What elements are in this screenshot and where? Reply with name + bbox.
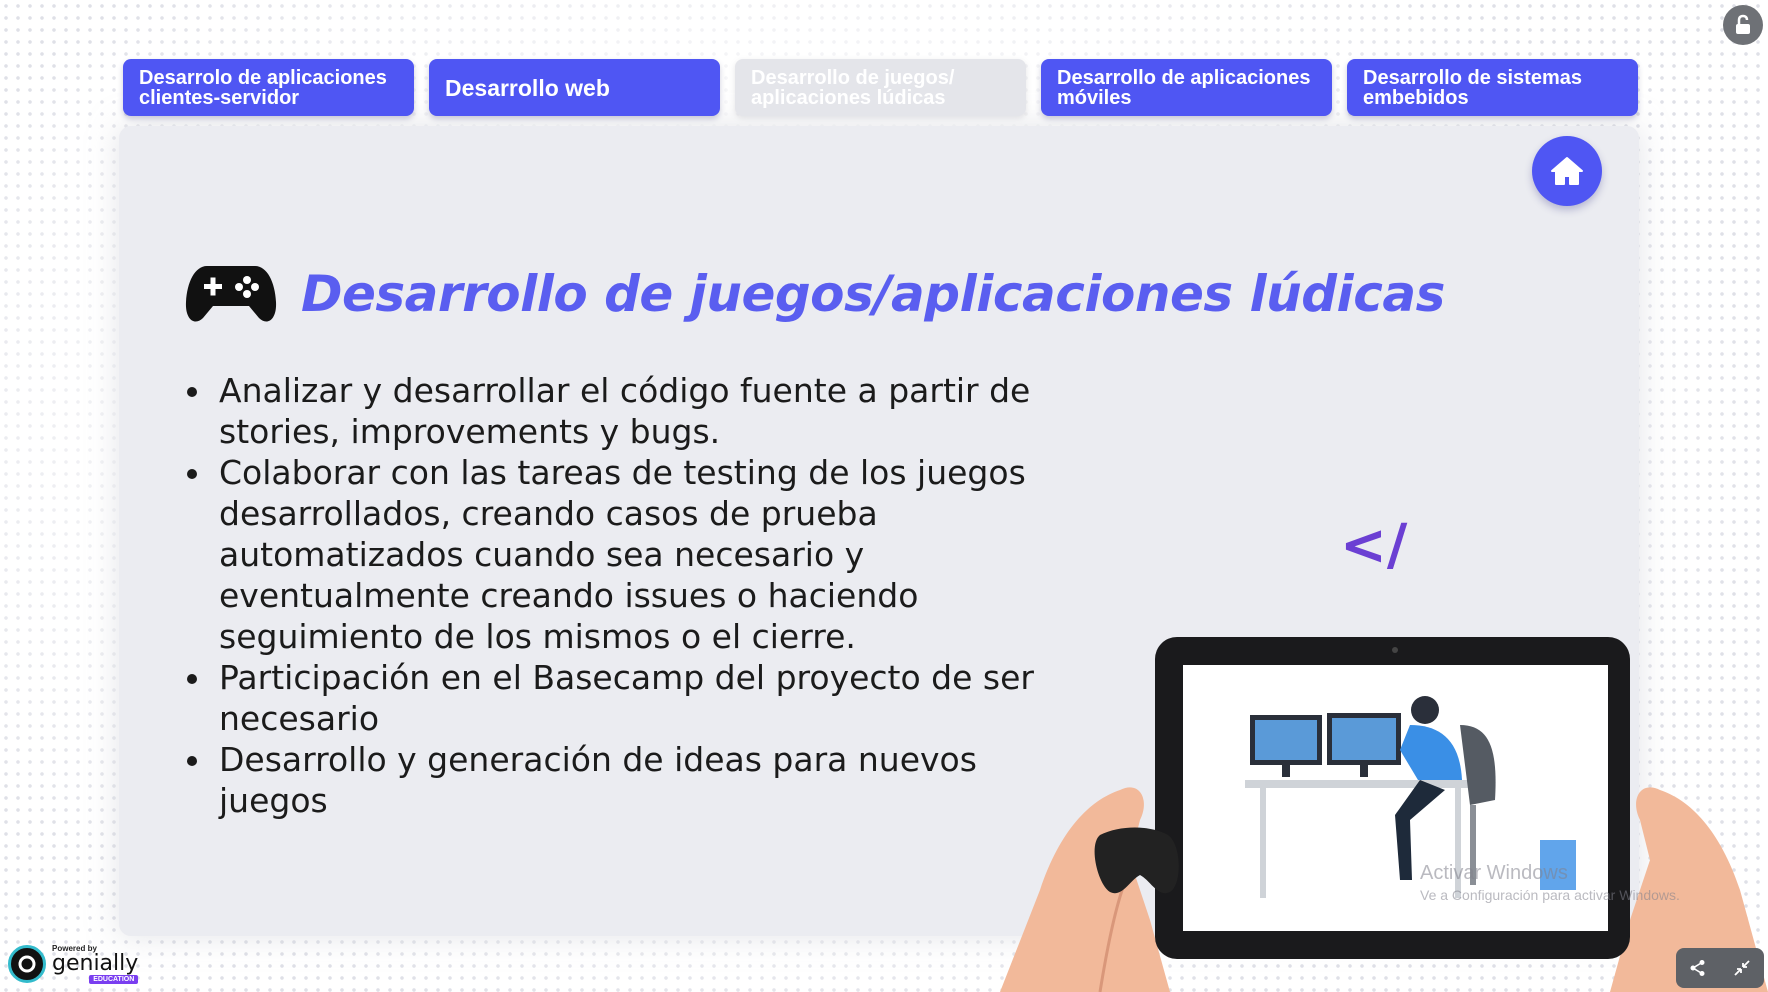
list-item: Analizar y desarrollar el código fuente … — [185, 370, 1085, 452]
genially-branding[interactable]: Powered by genially EDUCATION — [8, 944, 139, 984]
genially-logo-icon — [8, 945, 46, 983]
tab-embebidos[interactable]: Desarrollo de sistemas embebidos — [1347, 59, 1638, 116]
page-title: Desarrollo de juegos/aplicaciones lúdica… — [301, 265, 1445, 323]
list-item: Desarrollo y generación de ideas para nu… — [185, 739, 1085, 821]
watermark-title: Activar Windows — [1420, 862, 1568, 884]
gamepad-icon — [185, 266, 277, 322]
home-icon — [1551, 157, 1583, 185]
watermark-subtitle: Ve a Configuración para activar Windows. — [1420, 887, 1680, 903]
title-row: Desarrollo de juegos/aplicaciones lúdica… — [185, 262, 1445, 326]
tab-desarrollo-web[interactable]: Desarrollo web — [429, 59, 720, 116]
exit-fullscreen-button[interactable] — [1724, 950, 1760, 986]
windows-watermark: Activar Windows Ve a Configuración para … — [1420, 862, 1680, 906]
tab-moviles[interactable]: Desarrollo de aplicaciones móviles — [1041, 59, 1332, 116]
bullet-list: Analizar y desarrollar el código fuente … — [185, 370, 1085, 821]
list-item: Colaborar con las tareas de testing de l… — [185, 452, 1085, 657]
bottom-controls — [1676, 948, 1764, 988]
exit-fullscreen-icon — [1734, 960, 1750, 976]
code-symbol: </ — [1340, 513, 1408, 578]
education-badge: EDUCATION — [89, 975, 139, 984]
tab-juegos[interactable]: Desarrollo de juegos/ aplicaciones lúdic… — [735, 59, 1026, 116]
home-button[interactable] — [1532, 136, 1602, 206]
lock-open-icon — [1736, 14, 1750, 34]
genially-name: genially — [52, 951, 139, 976]
unlock-button[interactable] — [1723, 5, 1763, 45]
tablet-illustration — [1000, 630, 1768, 992]
share-icon — [1690, 960, 1705, 976]
share-button[interactable] — [1680, 950, 1716, 986]
list-item: Participación en el Basecamp del proyect… — [185, 657, 1085, 739]
tab-clientes-servidor[interactable]: Desarrolo de aplicaciones clientes-servi… — [123, 59, 414, 116]
